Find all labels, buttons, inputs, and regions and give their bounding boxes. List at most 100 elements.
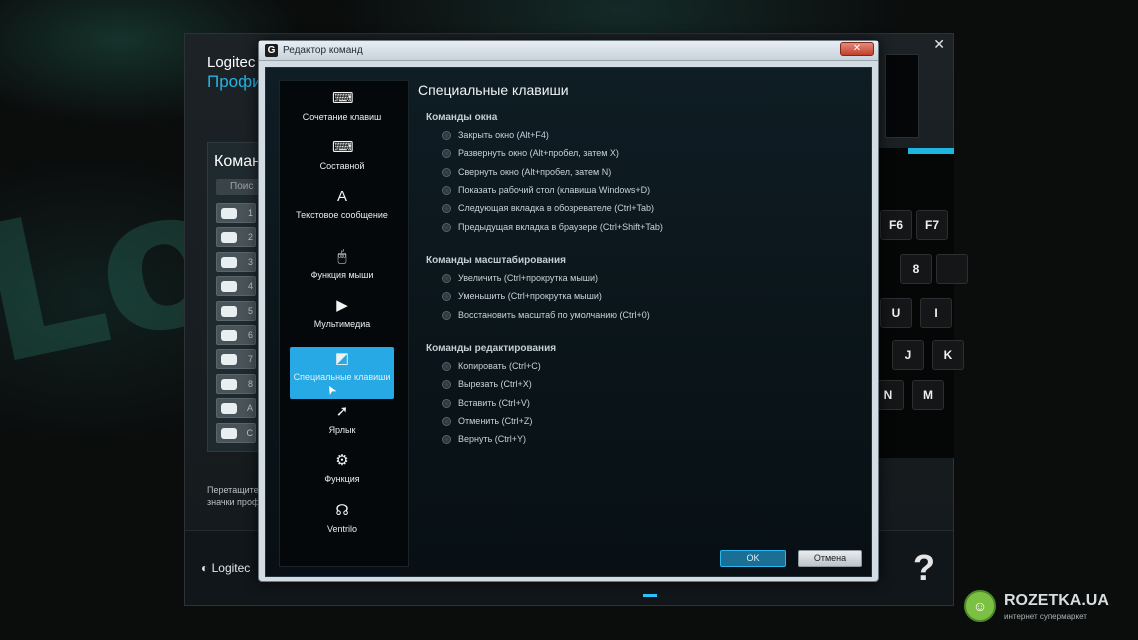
shortcut-arrow-icon: ➚: [335, 403, 349, 420]
radio-button[interactable]: [442, 131, 451, 140]
keyboard-key: I: [920, 298, 952, 328]
sidebar-item-label: Ventrilo: [326, 524, 358, 534]
command-slot-label: 1: [247, 208, 253, 218]
option-label: Восстановить масштаб по умолчанию (Ctrl+…: [458, 309, 650, 320]
command-slot-label: 7: [247, 354, 253, 365]
keyboard-key: K: [932, 340, 964, 370]
sidebar-item-label: Ярлык: [328, 425, 356, 435]
rozetka-smiley-icon: ☺: [964, 590, 996, 622]
command-slot[interactable]: A: [216, 398, 256, 419]
command-slot[interactable]: 1: [216, 203, 256, 223]
sidebar-item-label: Текстовое сообщение: [296, 210, 388, 220]
command-slot[interactable]: 3: [216, 251, 256, 272]
key-icon: [221, 378, 237, 390]
mouse-cursor-icon: ➤: [322, 382, 340, 398]
command-slot-label: 8: [247, 378, 253, 389]
command-slot[interactable]: 7: [216, 349, 256, 370]
radio-button[interactable]: [442, 167, 451, 177]
radio-button[interactable]: [442, 435, 451, 445]
dialog-close-button[interactable]: ✕: [840, 42, 874, 56]
sidebar-item-label: Сочетание клавиш: [302, 112, 382, 122]
radio-button[interactable]: [442, 310, 451, 320]
logitech-title-brand: Logitec: [207, 54, 256, 71]
command-slot[interactable]: 2: [216, 227, 256, 248]
option-label: Свернуть окно (Alt+пробел, затем N): [458, 166, 612, 177]
special-key-icon: ◩: [334, 350, 350, 367]
option-label: Вернуть (Ctrl+Y): [458, 434, 527, 445]
ok-button[interactable]: OK: [720, 550, 786, 567]
logitech-preview-panel: [885, 54, 919, 138]
radio-button[interactable]: [442, 380, 451, 390]
keyboard-key: [936, 254, 968, 284]
keyboard-image: F6 F7 8 U I J K N M: [872, 148, 968, 458]
command-slot[interactable]: C: [216, 422, 256, 443]
radio-button[interactable]: [442, 204, 451, 214]
radio-button[interactable]: [442, 185, 451, 195]
command-slot-label: A: [246, 403, 253, 414]
group-title: Команды окна: [426, 112, 498, 123]
play-icon: ▶: [336, 297, 348, 314]
radio-button[interactable]: [442, 149, 451, 159]
radio-button[interactable]: [442, 222, 451, 232]
command-slot[interactable]: 6: [216, 325, 256, 345]
sidebar-item[interactable]: ◩ Специальные клавиши ➤: [290, 347, 394, 399]
option-label: Закрыть окно (Alt+F4): [458, 130, 549, 140]
command-slot-label: 4: [247, 281, 253, 292]
radio-button[interactable]: [442, 362, 451, 371]
sidebar-item[interactable]: ⚙ Функция: [290, 449, 394, 501]
logitech-title-profile: Профи: [207, 72, 262, 91]
option-label: Отменить (Ctrl+Z): [458, 415, 533, 426]
dialog-body: ⌨ Сочетание клавиш ⌨ Составной A Текстовое со…: [265, 67, 872, 577]
option-label: Развернуть окно (Alt+пробел, затем X): [458, 148, 619, 159]
key-icon: [221, 232, 237, 244]
keyboard-key: 8: [900, 254, 932, 284]
radio-button[interactable]: [442, 292, 451, 302]
sidebar-item[interactable]: ⌨ Сочетание клавиш: [290, 87, 394, 139]
key-icon: [221, 403, 237, 415]
dialog-titlebar: G Редактор команд ✕: [259, 41, 878, 61]
dialog-title: Редактор команд: [283, 45, 363, 56]
sidebar-item-label: Специальные клавиши: [293, 372, 391, 382]
command-slot[interactable]: 8: [216, 373, 256, 394]
sidebar-item[interactable]: A Текстовое сообщение: [290, 185, 394, 237]
mouse-icon: 🖱: [337, 248, 347, 265]
command-slot[interactable]: 5: [216, 300, 256, 321]
radio-button[interactable]: [442, 398, 451, 408]
command-type-sidebar: ⌨ Сочетание клавиш ⌨ Составной A Текстовое со…: [279, 80, 409, 567]
help-button[interactable]: ?: [913, 547, 935, 589]
sidebar-item-label: Функция мыши: [310, 270, 374, 280]
radio-button[interactable]: [442, 416, 451, 426]
function-icon: ⚙: [335, 452, 349, 469]
sidebar-item-label: Функция: [324, 474, 360, 484]
sidebar-item[interactable]: ☊ Ventrilo: [290, 499, 394, 551]
g-logo-icon: G: [265, 44, 278, 57]
key-icon: [221, 427, 237, 439]
radio-button[interactable]: [442, 274, 451, 283]
logitech-footer-logo: ◐ Logitec: [201, 561, 251, 575]
option-label: Увеличить (Ctrl+прокрутка мыши): [458, 273, 599, 283]
key-icon: [221, 330, 237, 341]
cancel-button[interactable]: Отмена: [798, 550, 862, 567]
command-slot-label: 5: [247, 305, 253, 316]
sidebar-item[interactable]: 🖱 Функция мыши: [290, 245, 394, 297]
headset-icon: ☊: [335, 502, 349, 519]
sidebar-item[interactable]: ▶ Мультимедиа: [290, 294, 394, 346]
key-icon: [221, 305, 237, 317]
keyboard-key: M: [912, 380, 944, 410]
sidebar-item[interactable]: ➚ Ярлык: [290, 400, 394, 452]
command-slot-label: 2: [247, 232, 253, 243]
text-icon: A: [336, 188, 347, 205]
command-slot[interactable]: 4: [216, 276, 256, 297]
option-label: Следующая вкладка в обозревателе (Ctrl+T…: [458, 203, 655, 214]
option-label: Копировать (Ctrl+C): [458, 361, 541, 371]
drag-hint-line-1: Перетащите: [207, 485, 259, 495]
logitech-footer-logo-text: Logitec: [211, 561, 251, 575]
keyboard-key: U: [880, 298, 912, 328]
sidebar-item[interactable]: ⌨ Составной: [290, 136, 394, 188]
command-editor-dialog: G Редактор команд ✕ ⌨ Сочетание клавиш ⌨ Со…: [258, 40, 879, 582]
option-label: Вставить (Ctrl+V): [458, 397, 530, 408]
multikey-icon: ⌨: [332, 139, 354, 156]
commands-panel-title: Коман: [214, 153, 261, 170]
special-keys-content: Специальные клавиши Команды окна Закрыть …: [418, 82, 858, 552]
logitech-close-button[interactable]: ✕: [933, 36, 945, 53]
